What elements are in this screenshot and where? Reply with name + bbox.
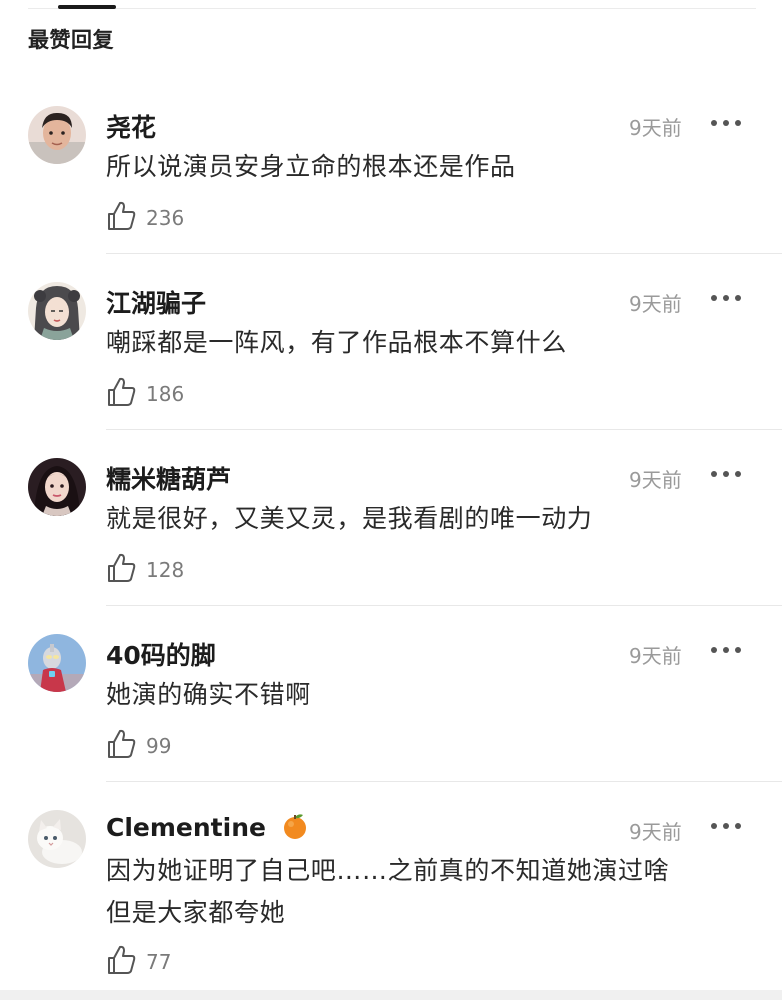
section-title: 最赞回复 <box>28 28 114 52</box>
like-count: 236 <box>146 206 185 230</box>
comment-divider <box>106 253 782 254</box>
thumbs-up-icon <box>108 201 136 230</box>
timestamp: 9天前 <box>629 820 682 844</box>
more-options-icon[interactable] <box>709 115 743 131</box>
top-divider <box>28 8 756 9</box>
comment-text: 所以说演员安身立命的根本还是作品 <box>106 152 516 181</box>
avatar-ancient-lady-illustration-icon[interactable] <box>28 282 86 340</box>
like-count: 186 <box>146 382 185 406</box>
comment-text: 因为她证明了自己吧……之前真的不知道她演过啥 但是大家都夸她 <box>106 850 746 934</box>
username[interactable]: Clementine <box>106 812 309 842</box>
timestamp: 9天前 <box>629 292 682 316</box>
avatar-ultraman-figure-icon[interactable] <box>28 634 86 692</box>
username-text: Clementine <box>106 813 266 842</box>
comment-divider <box>106 429 782 430</box>
comment-divider <box>106 605 782 606</box>
avatar-young-woman-icon[interactable] <box>28 458 86 516</box>
avatar-young-man-icon[interactable] <box>28 106 86 164</box>
comment-text: 她演的确实不错啊 <box>106 680 311 709</box>
comment-text-line: 因为她证明了自己吧……之前真的不知道她演过啥 <box>106 856 670 885</box>
comment-divider <box>106 781 782 782</box>
thumbs-up-icon <box>108 945 136 974</box>
like-count: 77 <box>146 950 172 974</box>
more-options-icon[interactable] <box>709 290 743 306</box>
username[interactable]: 40码的脚 <box>106 636 216 672</box>
username[interactable]: 尧花 <box>106 108 156 144</box>
bottom-bar <box>0 990 782 1000</box>
thumbs-up-icon <box>108 729 136 758</box>
more-options-icon[interactable] <box>709 466 743 482</box>
comment-text: 嘲踩都是一阵风，有了作品根本不算什么 <box>106 328 567 357</box>
thumbs-up-icon <box>108 553 136 582</box>
timestamp: 9天前 <box>629 116 682 140</box>
thumbs-up-icon <box>108 377 136 406</box>
orange-fruit-icon <box>283 814 306 839</box>
username[interactable]: 江湖骗子 <box>106 284 206 320</box>
like-count: 99 <box>146 734 172 758</box>
username[interactable]: 糯米糖葫芦 <box>106 460 231 496</box>
timestamp: 9天前 <box>629 644 682 668</box>
tab-indicator <box>58 5 116 9</box>
more-options-icon[interactable] <box>709 642 743 658</box>
avatar-white-cat-icon[interactable] <box>28 810 86 868</box>
more-options-icon[interactable] <box>709 818 743 834</box>
timestamp: 9天前 <box>629 468 682 492</box>
comment-text-line: 但是大家都夸她 <box>106 898 286 927</box>
like-count: 128 <box>146 558 185 582</box>
comment-text: 就是很好，又美又灵，是我看剧的唯一动力 <box>106 504 593 533</box>
